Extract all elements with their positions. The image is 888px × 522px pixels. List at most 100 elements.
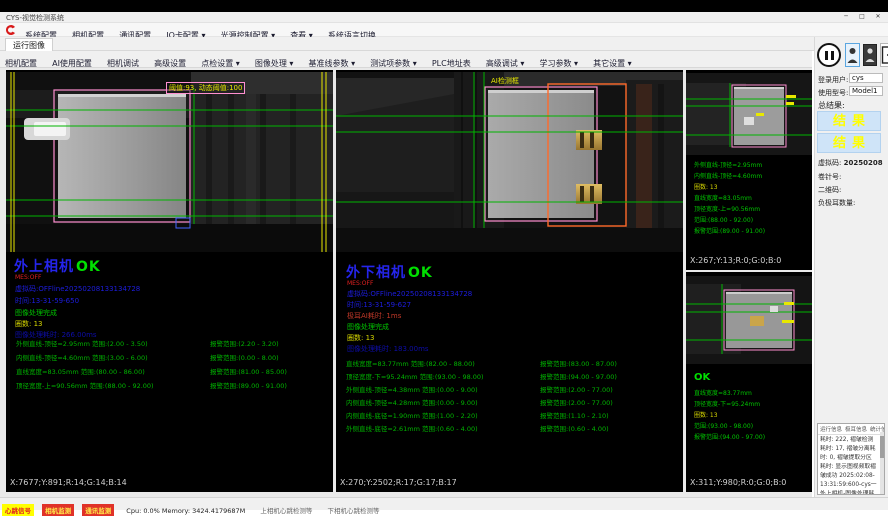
virtual-code-upper: 虚拟码:OFFline20250208133134728 [15, 284, 140, 294]
pause-icon [825, 51, 828, 60]
upper-camera-heartbeat-text: 上相机心跳检测等 [260, 505, 312, 515]
camera-scene-aux-bottom [686, 276, 812, 364]
runtime-stats-text: 耗时: 222, 褶皱检测耗时: 17, 褶皱分离耗时: 0, 褶皱提取分区耗时… [818, 435, 884, 495]
info-tab-tab[interactable]: 极耳信息 [845, 427, 867, 433]
camera-view-aux-bottom[interactable]: OK 直线宽度=83.77mm 顶径宽度-下=95.24mm 圈数: 13 范围… [686, 272, 812, 492]
measurement-row: 外侧直线-顶径=2.95mm 范围:(2.00 - 3.50)报警范围:(2.2… [16, 338, 333, 348]
operator-button[interactable] [863, 44, 877, 66]
qr-code-label: 二维码: [818, 185, 841, 195]
measurement-row: 顶径宽度-下=95.24mm 范围:(93.00 - 98.00)报警范围:(9… [346, 371, 676, 381]
measurement-row: 外侧直线-顶径=4.38mm 范围:(0.00 - 9.00)报警范围:(2.0… [346, 384, 676, 394]
camera-upper-status: OK [76, 259, 101, 275]
title-bar: CYS-视觉检测系统 ─ □ ✕ [0, 12, 888, 23]
aux-top-line: 顶径宽度-上=90.56mm [694, 204, 760, 213]
aux-bottom-line: 直线宽度=83.77mm [694, 388, 752, 397]
cpu-memory-readout: Cpu: 0.0% Memory: 3424.4179687M [126, 507, 245, 515]
pixel-coords-upper: X:7677;Y:891;R:14;G:14;B:14 [10, 478, 127, 487]
operator-icon [864, 45, 876, 65]
result-display-lower: 结果 [817, 133, 881, 153]
toolbar: 相机配置 AI使用配置 相机调试 高级设置 点检设置 ▾ 图像处理 ▾ 基准线参… [0, 51, 812, 68]
camera-scene-upper [6, 72, 333, 252]
camera-lower-name: 外下相机 [346, 265, 406, 281]
minimize-button[interactable]: ─ [838, 12, 854, 22]
comm-monitor-badge: 通讯监测 [82, 504, 114, 516]
exit-button[interactable] [880, 43, 888, 67]
result-display-upper: 结果 [817, 111, 881, 131]
status-bar: 心跳信号 相机监测 通讯监测 Cpu: 0.0% Memory: 3424.41… [0, 497, 888, 510]
aux-bottom-line: 范围:(93.00 - 98.00) [694, 421, 753, 430]
virtual-code-value: 20250208 [844, 159, 883, 167]
app-logo-icon [4, 24, 17, 36]
tool-camera-config[interactable]: 相机配置 [0, 55, 42, 68]
virtual-code-label: 虚拟码: 20250208 [818, 158, 883, 168]
total-result-label: 总结果: [818, 100, 845, 111]
tool-spot-check[interactable]: 点检设置 ▾ [196, 55, 245, 68]
maximize-button[interactable]: □ [854, 12, 870, 22]
process-time-lower: 图像处理耗时: 183.00ms [347, 344, 429, 354]
info-scrollbar-thumb[interactable] [880, 436, 884, 458]
app-window: CYS-视觉检测系统 ─ □ ✕ 系统配置 相机配置 通讯配置 IO卡配置 ▾ … [0, 0, 888, 522]
aux-bottom-line: 顶径宽度-下=95.24mm [694, 399, 760, 408]
login-user-button[interactable] [845, 43, 860, 67]
window-title: CYS-视觉检测系统 [6, 13, 64, 23]
pause-icon [831, 51, 834, 60]
measurement-row: 内侧直线-顶径=4.60mm 范围:(3.00 - 6.00)报警范围:(0.0… [16, 352, 333, 362]
ai-detect-box-label: AI检测框 [491, 76, 519, 86]
tool-image-processing[interactable]: 图像处理 ▾ [250, 55, 299, 68]
control-sidebar: 登录用户: cys 使用型号: Model1 总结果: 结果 结果 虚拟码: 2… [814, 37, 888, 498]
lower-camera-heartbeat-text: 下相机心跳检测等 [327, 505, 379, 515]
camera-view-lower[interactable]: AI检测框 外下相机OK MES:OFF 虚拟码:OFFline20250208… [336, 70, 683, 492]
tool-advanced-debug[interactable]: 高级调试 ▾ [481, 55, 530, 68]
pixel-coords-aux-top: X:267;Y:13;R:0;G:0;B:0 [690, 256, 781, 265]
mes-status-upper: MES:OFF [15, 274, 41, 281]
tool-test-params[interactable]: 测试项参数 ▾ [365, 55, 422, 68]
camera-lower-status: OK [408, 265, 433, 281]
tab-strip: 运行图像 [0, 37, 888, 51]
info-scrollbar[interactable] [880, 432, 884, 494]
pause-button[interactable] [817, 43, 841, 67]
model-select[interactable]: Model1 [849, 86, 883, 96]
model-label: 使用型号: [818, 88, 848, 98]
camera-scene-lower [336, 72, 683, 252]
login-user-label: 登录用户: [818, 75, 848, 85]
tool-other-settings[interactable]: 其它设置 ▾ [588, 55, 637, 68]
aux-top-line: 报警范围:(89.00 - 91.00) [694, 226, 765, 235]
aux-bottom-line: 圈数: 13 [694, 410, 718, 419]
info-tab-run[interactable]: 运行信息 [820, 427, 842, 433]
camera-view-aux-top[interactable]: 外侧直线-顶径=2.95mm 内侧直线-顶径=4.60mm 圈数: 13 直线宽… [686, 70, 812, 270]
measurement-row: 内侧直线-底径=1.90mm 范围:(1.00 - 2.20)报警范围:(1.1… [346, 410, 676, 420]
tool-camera-debug[interactable]: 相机调试 [102, 55, 144, 68]
ai-time-lower: 极耳AI耗时: 1ms [347, 311, 401, 321]
close-button[interactable]: ✕ [870, 12, 886, 22]
pixel-coords-aux-bottom: X:311;Y:980;R:0;G:0;B:0 [690, 478, 786, 487]
measurement-row: 直线宽度=83.77mm 范围:(82.00 - 88.00)报警范围:(83.… [346, 358, 676, 368]
aux-top-line: 圈数: 13 [694, 182, 718, 191]
tool-plc-address[interactable]: PLC地址表 [427, 55, 476, 68]
measurement-row: 外侧直线-底径=2.61mm 范围:(0.60 - 4.00)报警范围:(0.6… [346, 423, 676, 433]
loop-count-lower: 圈数: 13 [347, 333, 375, 343]
aux-bottom-line: 报警范围:(94.00 - 97.00) [694, 432, 765, 441]
tool-advanced-settings[interactable]: 高级设置 [149, 55, 191, 68]
pixel-coords-lower: X:270;Y:2502;R:17;G:17;B:17 [340, 478, 457, 487]
tab-run-image[interactable]: 运行图像 [5, 38, 53, 51]
tool-baseline-params[interactable]: 基准线参数 ▾ [304, 55, 361, 68]
login-user-value[interactable]: cys [849, 73, 883, 83]
process-done-upper: 图像处理完成 [15, 308, 57, 318]
threshold-overlay-label: 阈值:93, 动态阈值:100 [166, 82, 245, 94]
time-lower: 时间:13-31-59-627 [347, 300, 411, 310]
camera-lower-result-title: 外下相机OK [346, 262, 433, 282]
user-icon [846, 44, 859, 66]
heartbeat-badge: 心跳信号 [2, 504, 34, 516]
desktop-strip [0, 0, 888, 12]
info-tab-strip: 运行信息极耳信息统计信息 [818, 424, 884, 435]
measurement-row: 内侧直线-顶径=4.28mm 范围:(0.00 - 9.00)报警范围:(2.0… [346, 397, 676, 407]
time-upper: 时间:13-31-59-650 [15, 296, 79, 306]
camera-view-upper[interactable]: 阈值:93, 动态阈值:100 外上相机OK MES:OFF 虚拟码:OFFli… [6, 70, 333, 492]
mes-status-lower: MES:OFF [347, 280, 373, 287]
winder-number-label: 卷针号: [818, 172, 841, 182]
tool-learning-params[interactable]: 学习参数 ▾ [534, 55, 583, 68]
virtual-code-lower: 虚拟码:OFFline20250208133134728 [347, 289, 472, 299]
camera-scene-aux-top [686, 73, 812, 155]
measurement-row: 顶径宽度-上=90.56mm 范围:(88.00 - 92.00)报警范围:(8… [16, 380, 333, 390]
tool-ai-usage-config[interactable]: AI使用配置 [47, 55, 97, 68]
